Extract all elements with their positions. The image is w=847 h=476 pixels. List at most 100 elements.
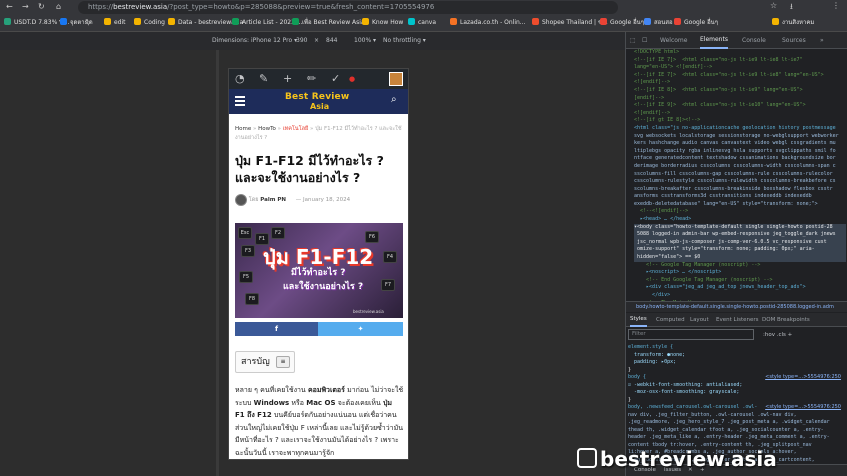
- dom-node-line[interactable]: kers hashchange audio canvas canvastext …: [634, 140, 846, 148]
- css-rule-line[interactable]: header .jeg_meta_like a, .entry-header .…: [628, 434, 846, 442]
- dom-node-line[interactable]: <!--[if gt IE 8]><!-->: [634, 117, 846, 125]
- dom-node-line[interactable]: <!--[if IE 7]> <html class="no-js lt-ie9…: [634, 57, 846, 65]
- bookmark-item[interactable]: canva: [408, 15, 436, 31]
- dom-node-line[interactable]: ▾<body class="howto-template-default sin…: [634, 223, 846, 232]
- breadcrumb-home[interactable]: Home: [235, 126, 251, 132]
- tab-layout[interactable]: Layout: [690, 313, 709, 327]
- breadcrumb-howto[interactable]: HowTo: [258, 126, 276, 132]
- bookmark-item[interactable]: งานสิงหาคม: [772, 15, 814, 31]
- dom-node-line[interactable]: ansforms csstransforms3d csstransitions …: [634, 193, 846, 201]
- bookmark-item[interactable]: Coding: [134, 15, 165, 31]
- rule-source-link[interactable]: <style type=…>5554976:250: [765, 404, 841, 410]
- rule-source-link[interactable]: <style type=…>5554976:250: [765, 374, 841, 380]
- site-logo[interactable]: Best Review: [285, 92, 349, 102]
- dom-node-line[interactable]: ntface generatedcontent textshadow cssan…: [634, 155, 846, 163]
- dom-node-line[interactable]: <!DOCTYPE html>: [634, 49, 846, 57]
- device-dimensions-select[interactable]: Dimensions: iPhone 12 Pro ▾: [212, 32, 297, 50]
- device-height-input[interactable]: 844: [326, 32, 337, 50]
- css-rule-line[interactable]: transform: ●none;: [628, 352, 846, 360]
- dom-node-line[interactable]: <![endif]-->: [634, 79, 846, 87]
- bookmark-item[interactable]: สอนสอ: [644, 15, 673, 31]
- styles-filter-tools[interactable]: :hov .cls +: [763, 329, 792, 341]
- bookmark-item[interactable]: Google อื่นๆ: [674, 15, 718, 31]
- dom-node-line[interactable]: derimage borderradius csscolumns csscolu…: [634, 163, 846, 171]
- dom-node-line[interactable]: <!-- End Google Tag Manager (noscript) -…: [634, 277, 846, 285]
- toc-toggle-icon[interactable]: ≡: [276, 356, 290, 368]
- css-rule-line[interactable]: padding: ▸0px;: [628, 359, 846, 367]
- inspect-icon[interactable]: ⬚: [630, 32, 636, 49]
- dom-node-line[interactable]: lang="en-US"> <![endif]-->: [634, 64, 846, 72]
- dom-node-line[interactable]: </div>: [634, 292, 846, 300]
- dom-node-line[interactable]: omize-support" style="transform: none; p…: [634, 246, 846, 255]
- dom-node-line[interactable]: jsc_normal wpb-js-composer js-comp-ver-6…: [634, 238, 846, 247]
- seo-icon[interactable]: ✓: [331, 69, 340, 89]
- tab-computed[interactable]: Computed: [656, 313, 685, 327]
- css-rule-line[interactable]: }: [628, 367, 846, 375]
- reload-icon[interactable]: ↻: [38, 2, 45, 11]
- bookmark-item[interactable]: edit: [104, 15, 126, 31]
- star-icon[interactable]: ☆: [770, 1, 777, 10]
- dom-node-line[interactable]: <!--[if IE 9]> <html class="no-js lt-ie1…: [634, 102, 846, 110]
- css-rule-line[interactable]: .jeg_readmore, .jeg_hero_style_7 .jeg_po…: [628, 419, 846, 427]
- share-facebook-button[interactable]: f: [235, 322, 318, 336]
- css-rule-line[interactable]: nav div, .jeg_filter_button, .owl-carous…: [628, 412, 846, 420]
- author-name[interactable]: Palm PN: [260, 197, 286, 203]
- dom-node-line[interactable]: [endif]-->: [634, 95, 846, 103]
- tab-console[interactable]: Console: [742, 32, 766, 49]
- css-rule-line[interactable]: -moz-osx-font-smoothing: grayscale;: [628, 389, 846, 397]
- dom-node-line[interactable]: hidden="false"> == $0: [634, 254, 846, 262]
- dom-node-line[interactable]: csscolumns-rulestyle csscolumns-rulewidt…: [634, 178, 846, 186]
- author-avatar[interactable]: [235, 193, 247, 206]
- edit-icon[interactable]: ✏: [307, 69, 316, 89]
- customize-icon[interactable]: ✎: [259, 69, 268, 89]
- hamburger-icon[interactable]: [235, 96, 245, 106]
- search-icon[interactable]: ⌕: [391, 94, 403, 108]
- css-rule-line[interactable]: }: [628, 397, 846, 405]
- share-twitter-button[interactable]: ✦: [318, 322, 403, 336]
- url-bar[interactable]: https://bestreview.asia/?post_type=howto…: [78, 1, 618, 14]
- avatar[interactable]: [389, 72, 403, 86]
- styles-filter-input[interactable]: Filter: [628, 329, 754, 340]
- tab-styles[interactable]: Styles: [630, 313, 647, 327]
- dom-node-line[interactable]: <!--<![endif]-->: [634, 208, 846, 216]
- device-width-input[interactable]: 390: [296, 32, 307, 50]
- dom-node-line[interactable]: <!-- Google Tag Manager (noscript) -->: [634, 262, 846, 270]
- css-rule-line[interactable]: element.style {: [628, 344, 846, 352]
- dom-node-line[interactable]: scolumns-breakafter csscolumns-breakinsi…: [634, 186, 846, 194]
- menu-icon[interactable]: ⋮: [832, 1, 840, 10]
- more-tabs-icon[interactable]: »: [820, 32, 824, 49]
- dom-node-line[interactable]: ltiplebgs opacity rgba inlinesvg hsla su…: [634, 148, 846, 156]
- forward-icon[interactable]: →: [22, 2, 29, 11]
- tab-event-listeners[interactable]: Event Listeners: [716, 313, 759, 327]
- back-icon[interactable]: ←: [6, 2, 13, 11]
- add-new-icon[interactable]: +: [283, 69, 292, 89]
- dom-node-line[interactable]: ▸<noscript> … </noscript>: [634, 269, 846, 277]
- bookmark-item[interactable]: Lazada.co.th - Onlin...: [450, 15, 526, 31]
- bookmark-item[interactable]: จุดตาຊิด: [60, 15, 93, 31]
- tab-dom-breakpoints[interactable]: DOM Breakpoints: [762, 313, 810, 327]
- bookmark-item[interactable]: Google อื่นๆ: [600, 15, 644, 31]
- dom-node-line[interactable]: exeddb-deletedatabase" lang="en-US" styl…: [634, 201, 846, 209]
- throttle-select[interactable]: No throttling ▾: [383, 32, 426, 50]
- dom-node-line[interactable]: <!--[if IE 7]> <html class="no-js lt-ie9…: [634, 72, 846, 80]
- dom-node-line[interactable]: ▸<div class="jeg_ad jeg_ad_top jnews_hea…: [634, 284, 846, 292]
- bookmark-item[interactable]: Shopee Thailand | ช...: [532, 15, 608, 31]
- bookmark-item[interactable]: Know How: [362, 15, 403, 31]
- download-icon[interactable]: ⭳: [790, 1, 793, 15]
- dom-node-line[interactable]: <!--[if IE 8]> <html class="no-js lt-ie9…: [634, 87, 846, 95]
- dom-node-line[interactable]: sscolumns-fill csscolumns-gap csscolumns…: [634, 171, 846, 179]
- home-icon[interactable]: ⌂: [56, 2, 61, 11]
- tab-sources[interactable]: Sources: [782, 32, 806, 49]
- dom-node-line[interactable]: ▸<head> … </head>: [634, 216, 846, 224]
- dashboard-icon[interactable]: ◔: [235, 69, 245, 89]
- dom-breadcrumb[interactable]: body.howto-template-default.single.singl…: [626, 301, 847, 312]
- tab-welcome[interactable]: Welcome: [660, 32, 687, 49]
- dom-node-line[interactable]: svg websockets localstorage sessionstora…: [634, 133, 846, 141]
- css-rule-line[interactable]: ☑ -webkit-font-smoothing: antialiased;: [628, 382, 846, 390]
- dom-node-line[interactable]: 5088 logged-in admin-bar wp-embed-respon…: [634, 231, 846, 239]
- device-toggle-icon[interactable]: ☐: [642, 32, 647, 49]
- bookmark-item[interactable]: เพื่อ Best Review Asia: [292, 15, 365, 31]
- dom-node-line[interactable]: <![endif]-->: [634, 110, 846, 118]
- css-rule-line[interactable]: thead th, .widget_calendar tfoot a, .jeg…: [628, 427, 846, 435]
- dom-node-line[interactable]: <html class="js no-applicationcache geol…: [634, 125, 846, 133]
